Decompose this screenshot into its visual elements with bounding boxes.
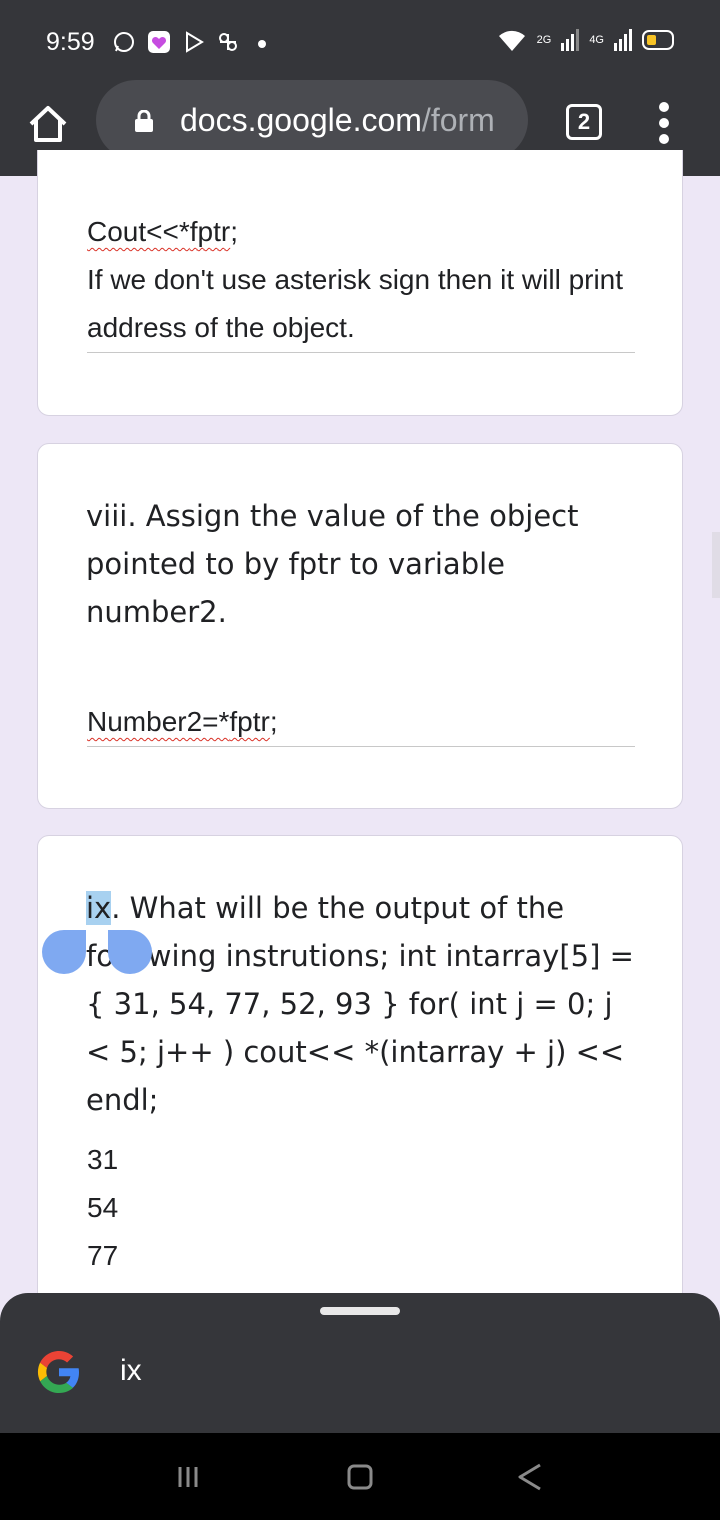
battery-icon (642, 30, 674, 50)
lock-icon (135, 110, 153, 132)
whatsapp-icon (114, 32, 134, 52)
selected-text: ix (86, 891, 112, 925)
url-path: /form (421, 102, 495, 138)
answer-code: Cout<<*fptr; (87, 216, 238, 247)
signal-icon (561, 29, 580, 51)
google-logo-icon (37, 1351, 79, 1393)
answer-text: If we don't use asterisk sign then it wi… (87, 264, 624, 343)
home-nav-icon[interactable] (344, 1461, 376, 1493)
answer-line: 31 (87, 1144, 119, 1175)
search-sheet[interactable]: ix (0, 1293, 720, 1433)
home-icon[interactable] (26, 102, 70, 146)
url-text: docs.google.com/form (180, 102, 495, 139)
question-title: ix. What will be the output of the follo… (86, 884, 642, 1124)
answer-field[interactable]: Cout<<*fptr; If we don't use asterisk si… (87, 208, 635, 353)
answer-line: 77 (87, 1240, 119, 1271)
back-icon[interactable] (514, 1461, 546, 1493)
status-time: 9:59 (46, 28, 95, 56)
url-host: docs.google.com (180, 102, 422, 138)
selection-handle-left[interactable] (42, 930, 86, 974)
search-query: ix (120, 1354, 142, 1387)
answer-field[interactable]: 31 54 77 (87, 1136, 635, 1280)
menu-icon[interactable] (654, 102, 674, 148)
selection-handle-right[interactable] (108, 930, 152, 974)
dot-icon (258, 40, 266, 48)
tabs-button[interactable]: 2 (566, 104, 602, 140)
question-title: viii. Assign the value of the object poi… (86, 499, 579, 629)
scrollbar-thumb[interactable] (712, 532, 720, 598)
status-bar: 9:59 2G 4G (0, 0, 720, 88)
net-label-4g: 4G (589, 34, 604, 46)
question-card: viii. Assign the value of the object poi… (37, 443, 683, 809)
question-card: ix. What will be the output of the follo… (37, 835, 683, 1315)
wifi-icon (498, 30, 525, 51)
system-nav-bar (0, 1433, 720, 1520)
answer-field[interactable]: Number2=*fptr; (87, 698, 635, 747)
link-icon (219, 33, 237, 51)
question-text: . What will be the output of the followi… (86, 891, 634, 1117)
tab-count: 2 (577, 109, 591, 134)
signal-icon-2 (614, 29, 632, 51)
status-indicators: 2G 4G (497, 28, 676, 52)
drag-handle[interactable] (320, 1307, 400, 1315)
play-store-icon (186, 31, 204, 53)
url-bar[interactable]: docs.google.com/form (96, 80, 528, 160)
net-label-2g: 2G (536, 34, 552, 46)
recents-icon[interactable] (172, 1461, 204, 1493)
heart-chat-icon (148, 31, 170, 53)
question-card: Cout<<*fptr; If we don't use asterisk si… (37, 150, 683, 416)
answer-line: 54 (87, 1192, 119, 1223)
